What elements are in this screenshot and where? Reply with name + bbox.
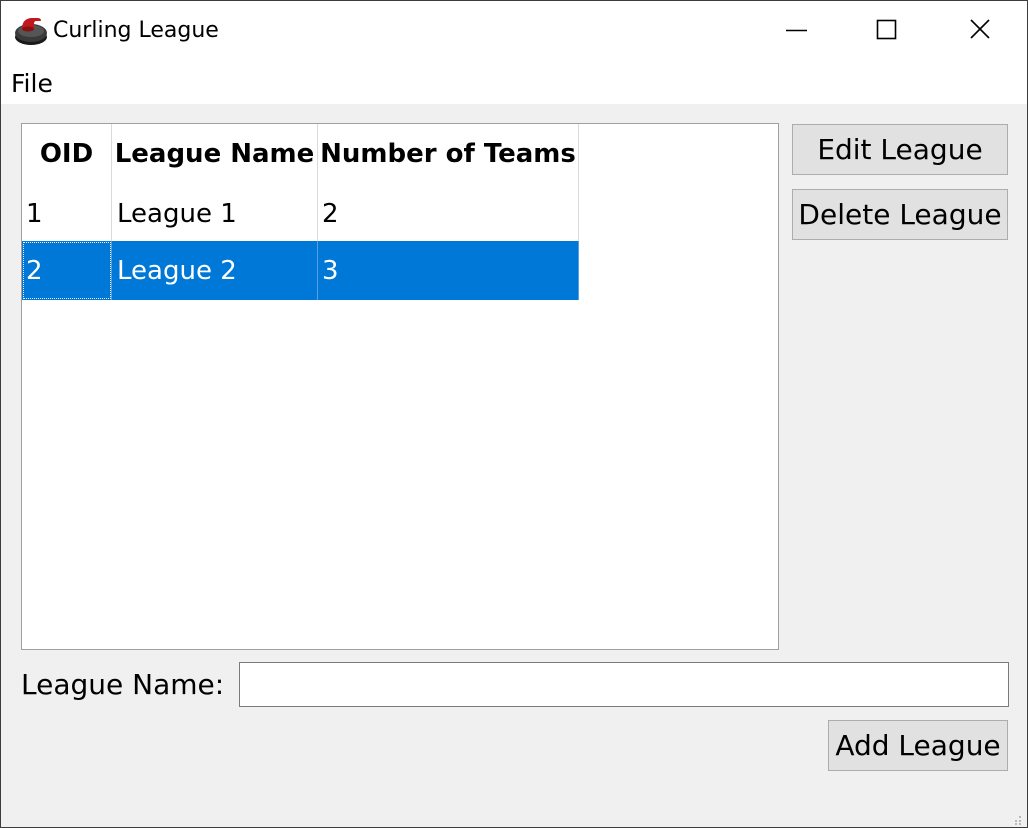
cell-number-of-teams[interactable]: 2 (318, 184, 579, 243)
title-bar[interactable]: Curling League (1, 1, 1027, 62)
minimize-button[interactable] (751, 1, 843, 62)
cell-league-name[interactable]: League 1 (112, 184, 318, 243)
close-button[interactable] (934, 1, 1026, 62)
column-header-number-of-teams[interactable]: Number of Teams (318, 124, 579, 184)
close-icon (970, 19, 990, 39)
add-league-button[interactable]: Add League (828, 720, 1008, 771)
main-window: Curling League File OID League Name Numb… (0, 0, 1028, 828)
column-header-league-name[interactable]: League Name (112, 124, 318, 184)
league-name-input[interactable] (239, 662, 1009, 707)
cell-oid[interactable]: 1 (22, 184, 112, 243)
curling-stone-icon (14, 11, 48, 47)
window-title: Curling League (53, 18, 219, 43)
table-row-selected[interactable]: 2 League 2 3 (22, 241, 579, 300)
cell-league-name[interactable]: League 2 (112, 241, 318, 300)
delete-league-button[interactable]: Delete League (792, 189, 1008, 240)
maximize-icon (876, 19, 897, 40)
league-table[interactable]: OID League Name Number of Teams 1 League… (21, 123, 779, 650)
minimize-icon (786, 29, 807, 32)
cell-oid[interactable]: 2 (22, 241, 112, 300)
table-row[interactable]: 1 League 1 2 (22, 184, 579, 243)
menu-bar: File (1, 62, 1027, 104)
menu-file[interactable]: File (11, 68, 53, 100)
league-name-label: League Name: (21, 668, 225, 701)
resize-grip-icon[interactable] (1011, 811, 1023, 825)
edit-league-button[interactable]: Edit League (792, 124, 1008, 175)
column-header-oid[interactable]: OID (22, 124, 112, 184)
maximize-button[interactable] (841, 1, 933, 62)
cell-number-of-teams[interactable]: 3 (318, 241, 579, 300)
